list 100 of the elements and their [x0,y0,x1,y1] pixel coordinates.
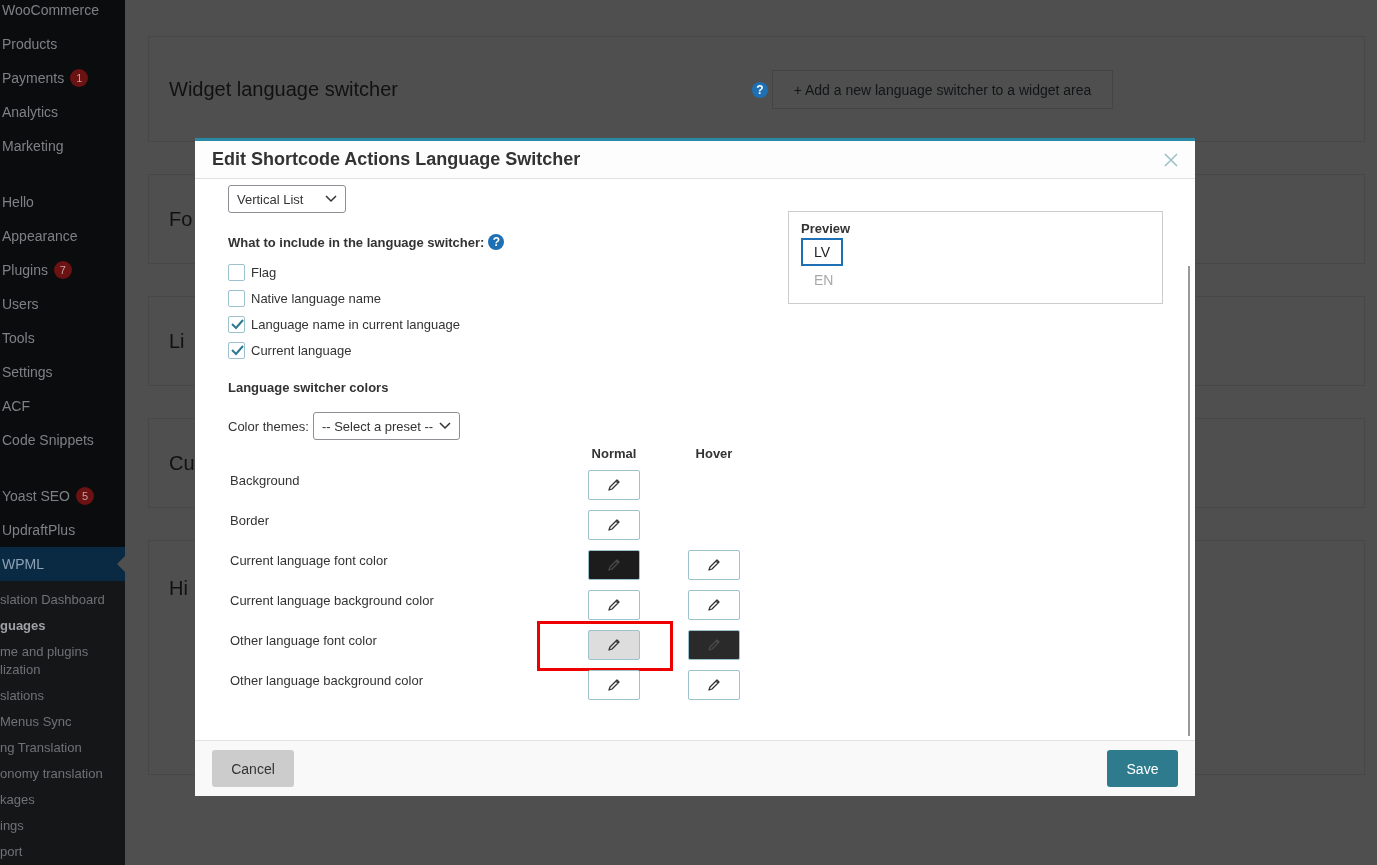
color-picker-button[interactable] [588,470,640,500]
section-heading: Language switcher colors [228,380,389,395]
card-title: Widget language switcher [169,77,398,101]
card-title: Li [169,329,185,353]
menu-item[interactable]: Plugins 7 [0,253,125,287]
preview-title: Preview [801,221,852,236]
submenu-item[interactable]: slations [0,683,110,709]
menu-item-label: WooCommerce [2,2,99,18]
help-icon[interactable]: ? [488,234,505,250]
menu-item-label: Products [2,36,58,52]
color-option-label: Background [230,472,301,490]
menu-item-label: Appearance [2,228,78,244]
pencil-icon [706,637,722,653]
checkbox[interactable] [228,341,245,359]
menu-item[interactable]: Hello [0,185,125,219]
menu-item-label: Analytics [2,104,59,120]
color-option-label: Border [230,512,271,530]
menu-item-label: Users [2,296,39,312]
menu-item-label: Plugins [2,262,48,278]
submenu-item[interactable]: me and plugins lization [0,639,110,683]
menu-item-label: WPML [2,556,44,572]
menu-item-label: Hello [2,194,34,210]
menu-item[interactable]: Marketing [0,129,125,163]
dialog-title: Edit Shortcode Actions Language Switcher [212,149,581,170]
checkbox[interactable] [228,315,245,333]
color-picker-button[interactable] [588,630,640,660]
menu-item-label: Settings [2,364,53,380]
count-badge: 1 [70,69,89,87]
menu-item-label: UpdraftPlus [2,522,76,538]
color-picker-button[interactable] [688,590,740,620]
count-badge: 5 [76,487,94,505]
cancel-button[interactable]: Cancel [212,750,294,787]
close-icon[interactable] [1164,152,1178,167]
menu-item-label: Marketing [2,138,64,154]
submenu-item[interactable]: onomy translation [0,761,110,787]
menu-item-label: ACF [2,398,30,414]
pencil-icon [606,557,622,573]
card-title: Hi [169,577,188,600]
color-option-label: Current language font color [230,552,389,570]
menu-item[interactable]: WPML [0,547,125,581]
pencil-icon [706,677,722,693]
pencil-icon [606,477,622,493]
color-option-label: Current language background color [230,592,435,610]
checkbox-label: Flag [251,264,277,280]
checkbox[interactable] [228,289,245,307]
menu-item[interactable]: Code Snippets [0,423,125,457]
menu-item[interactable]: Analytics [0,95,125,129]
menu-item-label: Yoast SEO [2,488,70,504]
menu-item[interactable]: Payments 1 [0,61,125,95]
chevron-icon [325,195,338,203]
color-picker-button[interactable] [688,670,740,700]
style-dropdown[interactable]: Vertical List [228,185,347,213]
pencil-icon [606,597,622,613]
submenu-item[interactable]: Menus Sync [0,709,110,735]
submenu-item[interactable]: kages [0,787,110,813]
checkbox[interactable] [228,263,245,281]
submenu-item[interactable]: slation Dashboard [0,587,110,613]
submenu-item[interactable]: guages [0,613,110,639]
column-header: Normal [590,446,638,460]
color-picker-button[interactable] [688,630,740,660]
color-picker-button[interactable] [588,670,640,700]
color-option-label: Other language background color [230,672,424,690]
menu-item-label: Tools [2,330,35,346]
menu-item[interactable]: UpdraftPlus [0,513,125,547]
scrollbar[interactable] [1188,266,1190,736]
menu-item[interactable]: Settings [0,355,125,389]
checkbox-label: Language name in current language [251,316,460,332]
menu-item[interactable]: ACF [0,389,125,423]
checkbox-label: Native language name [251,290,382,306]
menu-item-label: Code Snippets [2,432,94,448]
pencil-icon [606,517,622,533]
pencil-icon [706,557,722,573]
chevron-icon [439,422,452,430]
menu-item[interactable]: Products [0,27,125,61]
checkbox-label: Current language [251,342,352,358]
pencil-icon [606,677,622,693]
menu-item[interactable]: WooCommerce [0,0,125,27]
color-picker-button[interactable] [588,550,640,580]
color-option-label: Other language font color [230,632,378,650]
color-picker-button[interactable] [588,590,640,620]
submenu-item[interactable]: ings [0,813,110,839]
count-badge: 7 [53,261,72,279]
menu-item-label: Payments [2,70,65,86]
field-label: Color themes: [228,418,309,434]
menu-item[interactable]: Users [0,287,125,321]
save-button[interactable]: Save [1107,750,1178,787]
menu-item[interactable]: Yoast SEO 5 [0,479,125,513]
color-picker-button[interactable] [688,550,740,580]
menu-item[interactable]: Appearance [0,219,125,253]
column-header: Hover [694,446,734,460]
submenu-item[interactable]: ng Translation [0,735,110,761]
section-heading: What to include in the language switcher: [228,234,485,250]
preset-dropdown[interactable]: -- Select a preset -- [312,412,461,440]
language-item[interactable]: LV [801,238,844,266]
help-icon[interactable]: ? [752,81,768,98]
card-title: Cu [169,451,195,475]
submenu-item[interactable]: port [0,839,110,865]
pencil-icon [706,597,722,613]
color-picker-button[interactable] [588,510,640,540]
menu-item[interactable]: Tools [0,321,125,355]
